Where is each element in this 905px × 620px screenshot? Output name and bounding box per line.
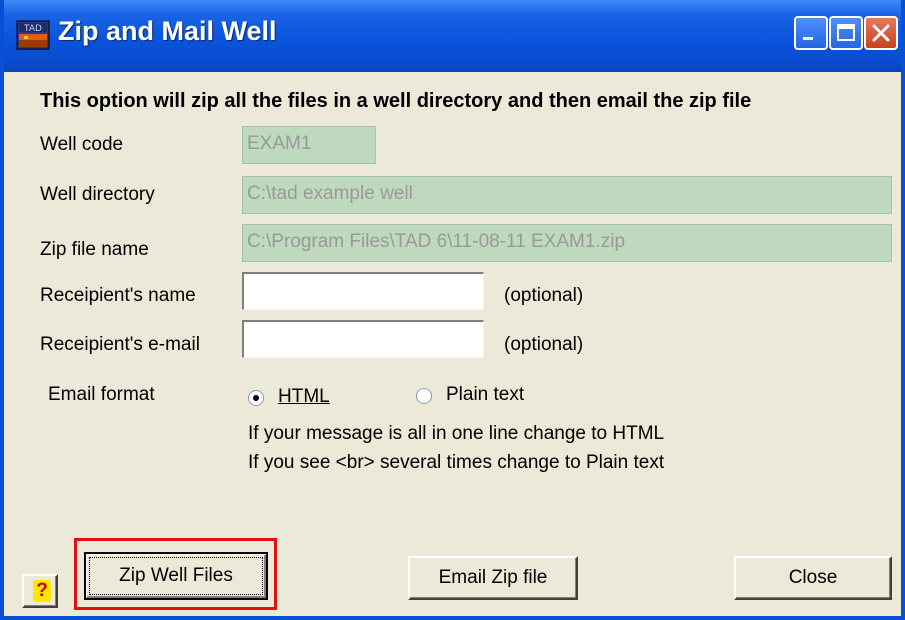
hint-line-2: If you see <br> several times change to … xyxy=(248,452,665,473)
email-format-label: Email format xyxy=(48,384,155,405)
zip-mail-dialog: TAD Zip and Mail Well This option will z… xyxy=(0,0,905,620)
minimize-button[interactable] xyxy=(794,16,828,50)
hint-line-1: If your message is all in one line chang… xyxy=(248,423,665,444)
focus-rectangle xyxy=(89,557,263,595)
svg-text:TAD: TAD xyxy=(23,24,42,34)
recipient-name-optional-note: (optional) xyxy=(504,285,584,306)
recipient-name-label: Receipient's name xyxy=(40,285,196,306)
close-window-button[interactable] xyxy=(864,16,898,50)
minimize-icon xyxy=(803,37,813,40)
tad-app-icon: TAD xyxy=(16,20,50,50)
plain-text-radio-label[interactable]: Plain text xyxy=(446,384,524,406)
dialog-description: This option will zip all the files in a … xyxy=(40,90,752,112)
maximize-button[interactable] xyxy=(829,16,863,50)
well-code-label: Well code xyxy=(40,134,124,155)
close-icon xyxy=(872,24,890,42)
title-bar[interactable]: TAD Zip and Mail Well xyxy=(4,0,901,72)
help-icon: ? xyxy=(33,580,51,602)
email-zip-file-label: Email Zip file xyxy=(438,567,548,588)
well-directory-field: C:\tad example well xyxy=(242,176,892,214)
email-zip-file-button[interactable]: Email Zip file xyxy=(408,556,578,600)
well-code-field: EXAM1 xyxy=(242,126,376,164)
close-button[interactable]: Close xyxy=(734,556,892,600)
help-button[interactable]: ? xyxy=(22,574,58,608)
recipient-name-input[interactable] xyxy=(242,272,484,310)
html-radio[interactable] xyxy=(248,390,264,406)
recipient-email-input[interactable] xyxy=(242,320,484,358)
zip-file-name-label: Zip file name xyxy=(40,239,149,260)
zip-file-name-field: C:\Program Files\TAD 6\11-08-11 EXAM1.zi… xyxy=(242,224,892,262)
plain-text-radio[interactable] xyxy=(416,388,432,404)
well-directory-label: Well directory xyxy=(40,184,155,205)
zip-well-files-button[interactable]: Zip Well Files xyxy=(84,552,268,600)
close-button-label: Close xyxy=(788,567,838,588)
maximize-icon xyxy=(837,24,855,41)
recipient-email-label: Receipient's e-mail xyxy=(40,334,200,355)
window-title: Zip and Mail Well xyxy=(58,16,277,46)
html-radio-label[interactable]: HTML xyxy=(278,386,330,408)
recipient-email-optional-note: (optional) xyxy=(504,334,584,355)
